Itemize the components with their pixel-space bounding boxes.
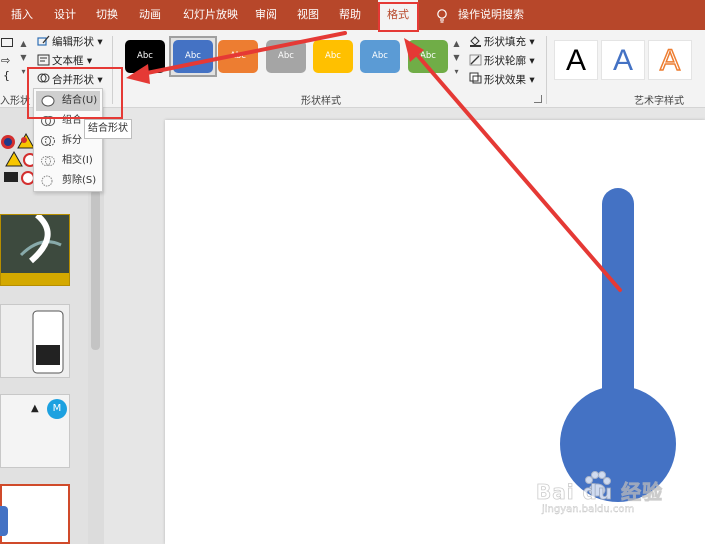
tab-view[interactable]: 视图 (297, 0, 319, 30)
merge-shapes-menu: 结合(U) 组合 拆分 相交(I) 剪除(S) (33, 88, 103, 192)
thumbnail-scroll-thumb[interactable] (91, 190, 100, 350)
shape-effects-button[interactable]: 形状效果 ▾ (484, 72, 535, 87)
tab-help[interactable]: 帮助 (339, 0, 361, 30)
shape-gallery-scroll-up[interactable]: ▲ (18, 38, 29, 50)
union-tooltip: 结合形状 (84, 119, 132, 139)
tell-me-search[interactable]: 操作说明搜索 (458, 0, 524, 30)
style-gallery-scroll-up[interactable]: ▲ (451, 38, 462, 50)
shape-style-swatch-black[interactable]: Abc (125, 40, 165, 73)
merge-subtract-item[interactable]: 剪除(S) (36, 171, 100, 191)
slide-thumb-image (1, 212, 69, 285)
slide-thumbnail-notification[interactable]: ▲ M (0, 394, 70, 468)
wordart-sample-black[interactable]: A (554, 40, 598, 80)
merge-shapes-button[interactable]: 合并形状 ▾ (52, 72, 103, 87)
shape-styles-dialog-launcher[interactable] (534, 95, 542, 103)
slide-thumbnail-keyboard[interactable] (0, 304, 70, 378)
fragment-icon (41, 136, 55, 146)
subtract-icon (41, 175, 53, 187)
style-gallery-scroll-down[interactable]: ▼ (451, 52, 462, 64)
shape-gallery-more[interactable]: ▾ (18, 66, 29, 78)
merge-shapes-icon (37, 73, 50, 83)
lightbulb-icon (437, 9, 447, 23)
merge-intersect-item[interactable]: 相交(I) (36, 151, 100, 171)
watermark-logo: Bai du 经验 jingyan.baidu.com (536, 468, 686, 518)
ribbon-separator (112, 36, 113, 104)
avatar: M (47, 399, 67, 419)
insert-shapes-group-label: 入形状 (0, 96, 30, 107)
shape-style-swatch-lightblue[interactable]: Abc (360, 40, 400, 73)
shape-style-swatch-gray[interactable]: Abc (266, 40, 306, 73)
shape-gallery-scroll-down[interactable]: ▼ (18, 52, 29, 64)
watermark-url: jingyan.baidu.com (542, 504, 635, 515)
watermark-brand: Bai du 经验 (536, 480, 664, 505)
thermometer-shape[interactable] (550, 180, 690, 510)
text-box-button[interactable]: 文本框 ▾ (52, 53, 92, 68)
style-gallery-more[interactable]: ▾ (451, 66, 462, 78)
shape-style-swatch-orange[interactable]: Abc (218, 40, 258, 73)
tab-format[interactable]: 格式 (378, 0, 418, 30)
tab-transitions[interactable]: 切换 (96, 0, 118, 30)
tab-slideshow[interactable]: 幻灯片放映 (183, 0, 238, 30)
shape-outline-button[interactable]: 形状轮廓 ▾ (484, 53, 535, 68)
shape-effects-icon (469, 72, 482, 84)
thermometer-mini-shape (0, 506, 8, 536)
shape-style-swatch-green[interactable]: Abc (408, 40, 448, 73)
paint-bucket-icon (470, 36, 481, 47)
ribbon-separator (546, 36, 547, 104)
wordart-sample-blue[interactable]: A (601, 40, 645, 80)
pen-outline-icon (469, 54, 482, 66)
wordart-styles-group-label: 艺术字样式 (634, 96, 684, 107)
phone-keyboard-image (32, 310, 64, 374)
tab-review[interactable]: 审阅 (255, 0, 277, 30)
tab-animations[interactable]: 动画 (139, 0, 161, 30)
wordart-sample-orange-outline[interactable]: A (648, 40, 692, 80)
slide-thumbnail-phone-photo[interactable] (0, 212, 70, 286)
shape-style-swatch-blue[interactable]: Abc (173, 40, 213, 73)
edit-shape-icon (37, 35, 50, 46)
shape-gallery-partial[interactable]: ⇨ { (0, 36, 17, 86)
intersect-icon (41, 156, 55, 166)
text-box-icon (37, 54, 50, 66)
edit-shape-button[interactable]: 编辑形状 ▾ (52, 34, 103, 49)
tab-insert[interactable]: 插入 (11, 0, 33, 30)
shape-style-swatch-gold[interactable]: Abc (313, 40, 353, 73)
ribbon-tab-bar: 插入 设计 切换 动画 幻灯片放映 审阅 视图 帮助 格式 操作说明搜索 (0, 0, 705, 30)
shape-fill-button[interactable]: 形状填充 ▾ (484, 34, 535, 49)
warning-icon: ▲ (31, 403, 39, 414)
union-icon (41, 95, 55, 107)
combine-icon (41, 116, 55, 126)
tab-design[interactable]: 设计 (54, 0, 76, 30)
shape-styles-group-label: 形状样式 (301, 96, 341, 107)
slide-thumbnail-current[interactable] (0, 484, 70, 544)
merge-union-item[interactable]: 结合(U) (36, 91, 100, 111)
